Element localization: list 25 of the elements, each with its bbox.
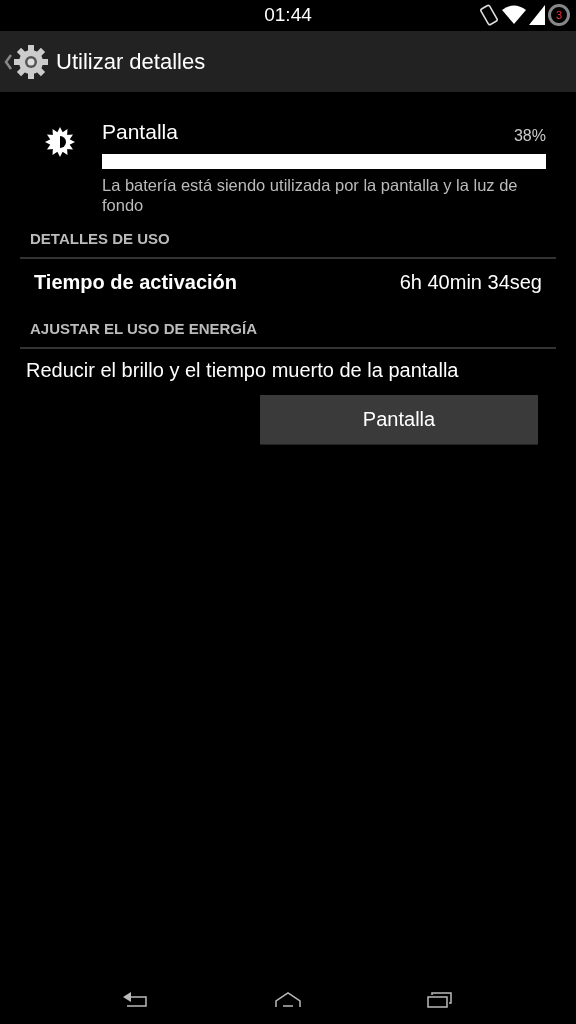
recent-apps-icon — [427, 992, 453, 1008]
clock: 01:44 — [264, 3, 312, 28]
home-button[interactable] — [275, 992, 301, 1008]
brightness-icon — [44, 126, 76, 158]
wifi-icon — [502, 5, 526, 25]
vibrate-icon — [479, 4, 499, 26]
section-header: DETALLES DE USO — [30, 229, 170, 247]
back-caret-icon — [4, 53, 12, 70]
section-header: AJUSTAR EL USO DE ENERGÍA — [30, 319, 257, 337]
recent-apps-button[interactable] — [427, 992, 453, 1008]
settings-icon — [12, 42, 50, 81]
home-icon — [275, 992, 301, 1008]
usage-percent: 38% — [513, 125, 546, 146]
stat-value: 6h 40min 34seg — [399, 269, 542, 295]
usage-name: Pantalla — [102, 119, 178, 145]
battery-indicator: 3 — [548, 4, 570, 26]
usage-description: La batería está siendo utilizada por la pantalla y la luz de fondo — [102, 174, 519, 215]
action-description: Reducir el brillo y el tiempo muerto de la pantalla — [25, 357, 460, 383]
back-icon — [123, 992, 149, 1008]
screen-title: Utilizar detalles — [56, 48, 206, 76]
back-button[interactable] — [123, 992, 149, 1008]
signal-icon — [529, 5, 545, 25]
stat-label: Tiempo de activación — [34, 269, 238, 295]
screen-settings-button[interactable]: Pantalla — [260, 394, 538, 445]
up-button[interactable] — [4, 42, 50, 81]
